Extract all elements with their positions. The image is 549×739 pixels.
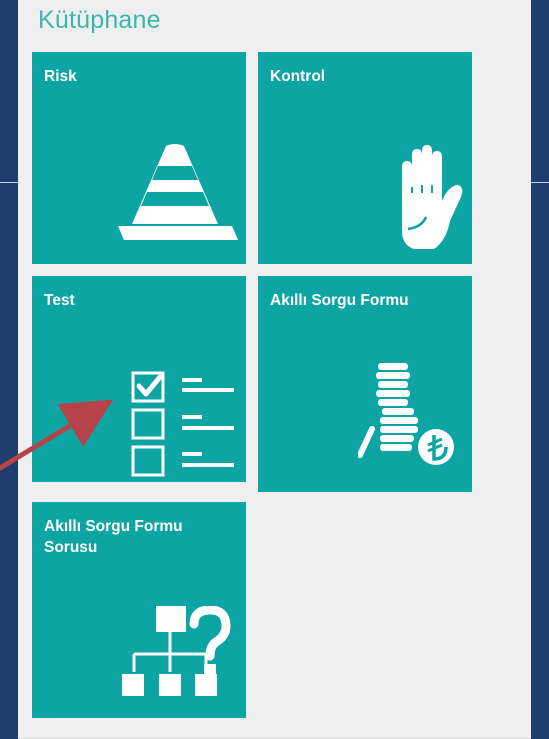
tile-label: Kontrol xyxy=(270,68,326,85)
hierarchy-question-icon xyxy=(122,606,231,696)
tile-label: Risk xyxy=(44,68,77,85)
coin-stack-lira-icon xyxy=(358,363,454,465)
tile-risk[interactable]: Risk xyxy=(32,52,246,264)
tile-akilli-sorgu-formu-sorusu[interactable]: Akıllı Sorgu Formu Sorusu xyxy=(32,502,246,718)
background-divider-left xyxy=(0,182,18,183)
tile-label: Akıllı Sorgu Formu xyxy=(270,292,409,309)
tile-label: Test xyxy=(44,292,75,309)
tile-kontrol[interactable]: Kontrol xyxy=(258,52,472,264)
tile-test[interactable]: Test xyxy=(32,276,246,482)
tile-label: Akıllı Sorgu Formu Sorusu xyxy=(44,518,183,556)
checklist-icon xyxy=(131,371,234,477)
traffic-cone-icon xyxy=(118,144,238,240)
tile-akilli-sorgu-formu[interactable]: Akıllı Sorgu Formu xyxy=(258,276,472,492)
background-divider-right xyxy=(531,182,549,183)
hand-stop-icon xyxy=(402,145,463,249)
library-panel: Kütüphane Risk Kontrol Test Akıllı Sorgu… xyxy=(18,0,531,739)
panel-title: Kütüphane xyxy=(38,6,161,34)
